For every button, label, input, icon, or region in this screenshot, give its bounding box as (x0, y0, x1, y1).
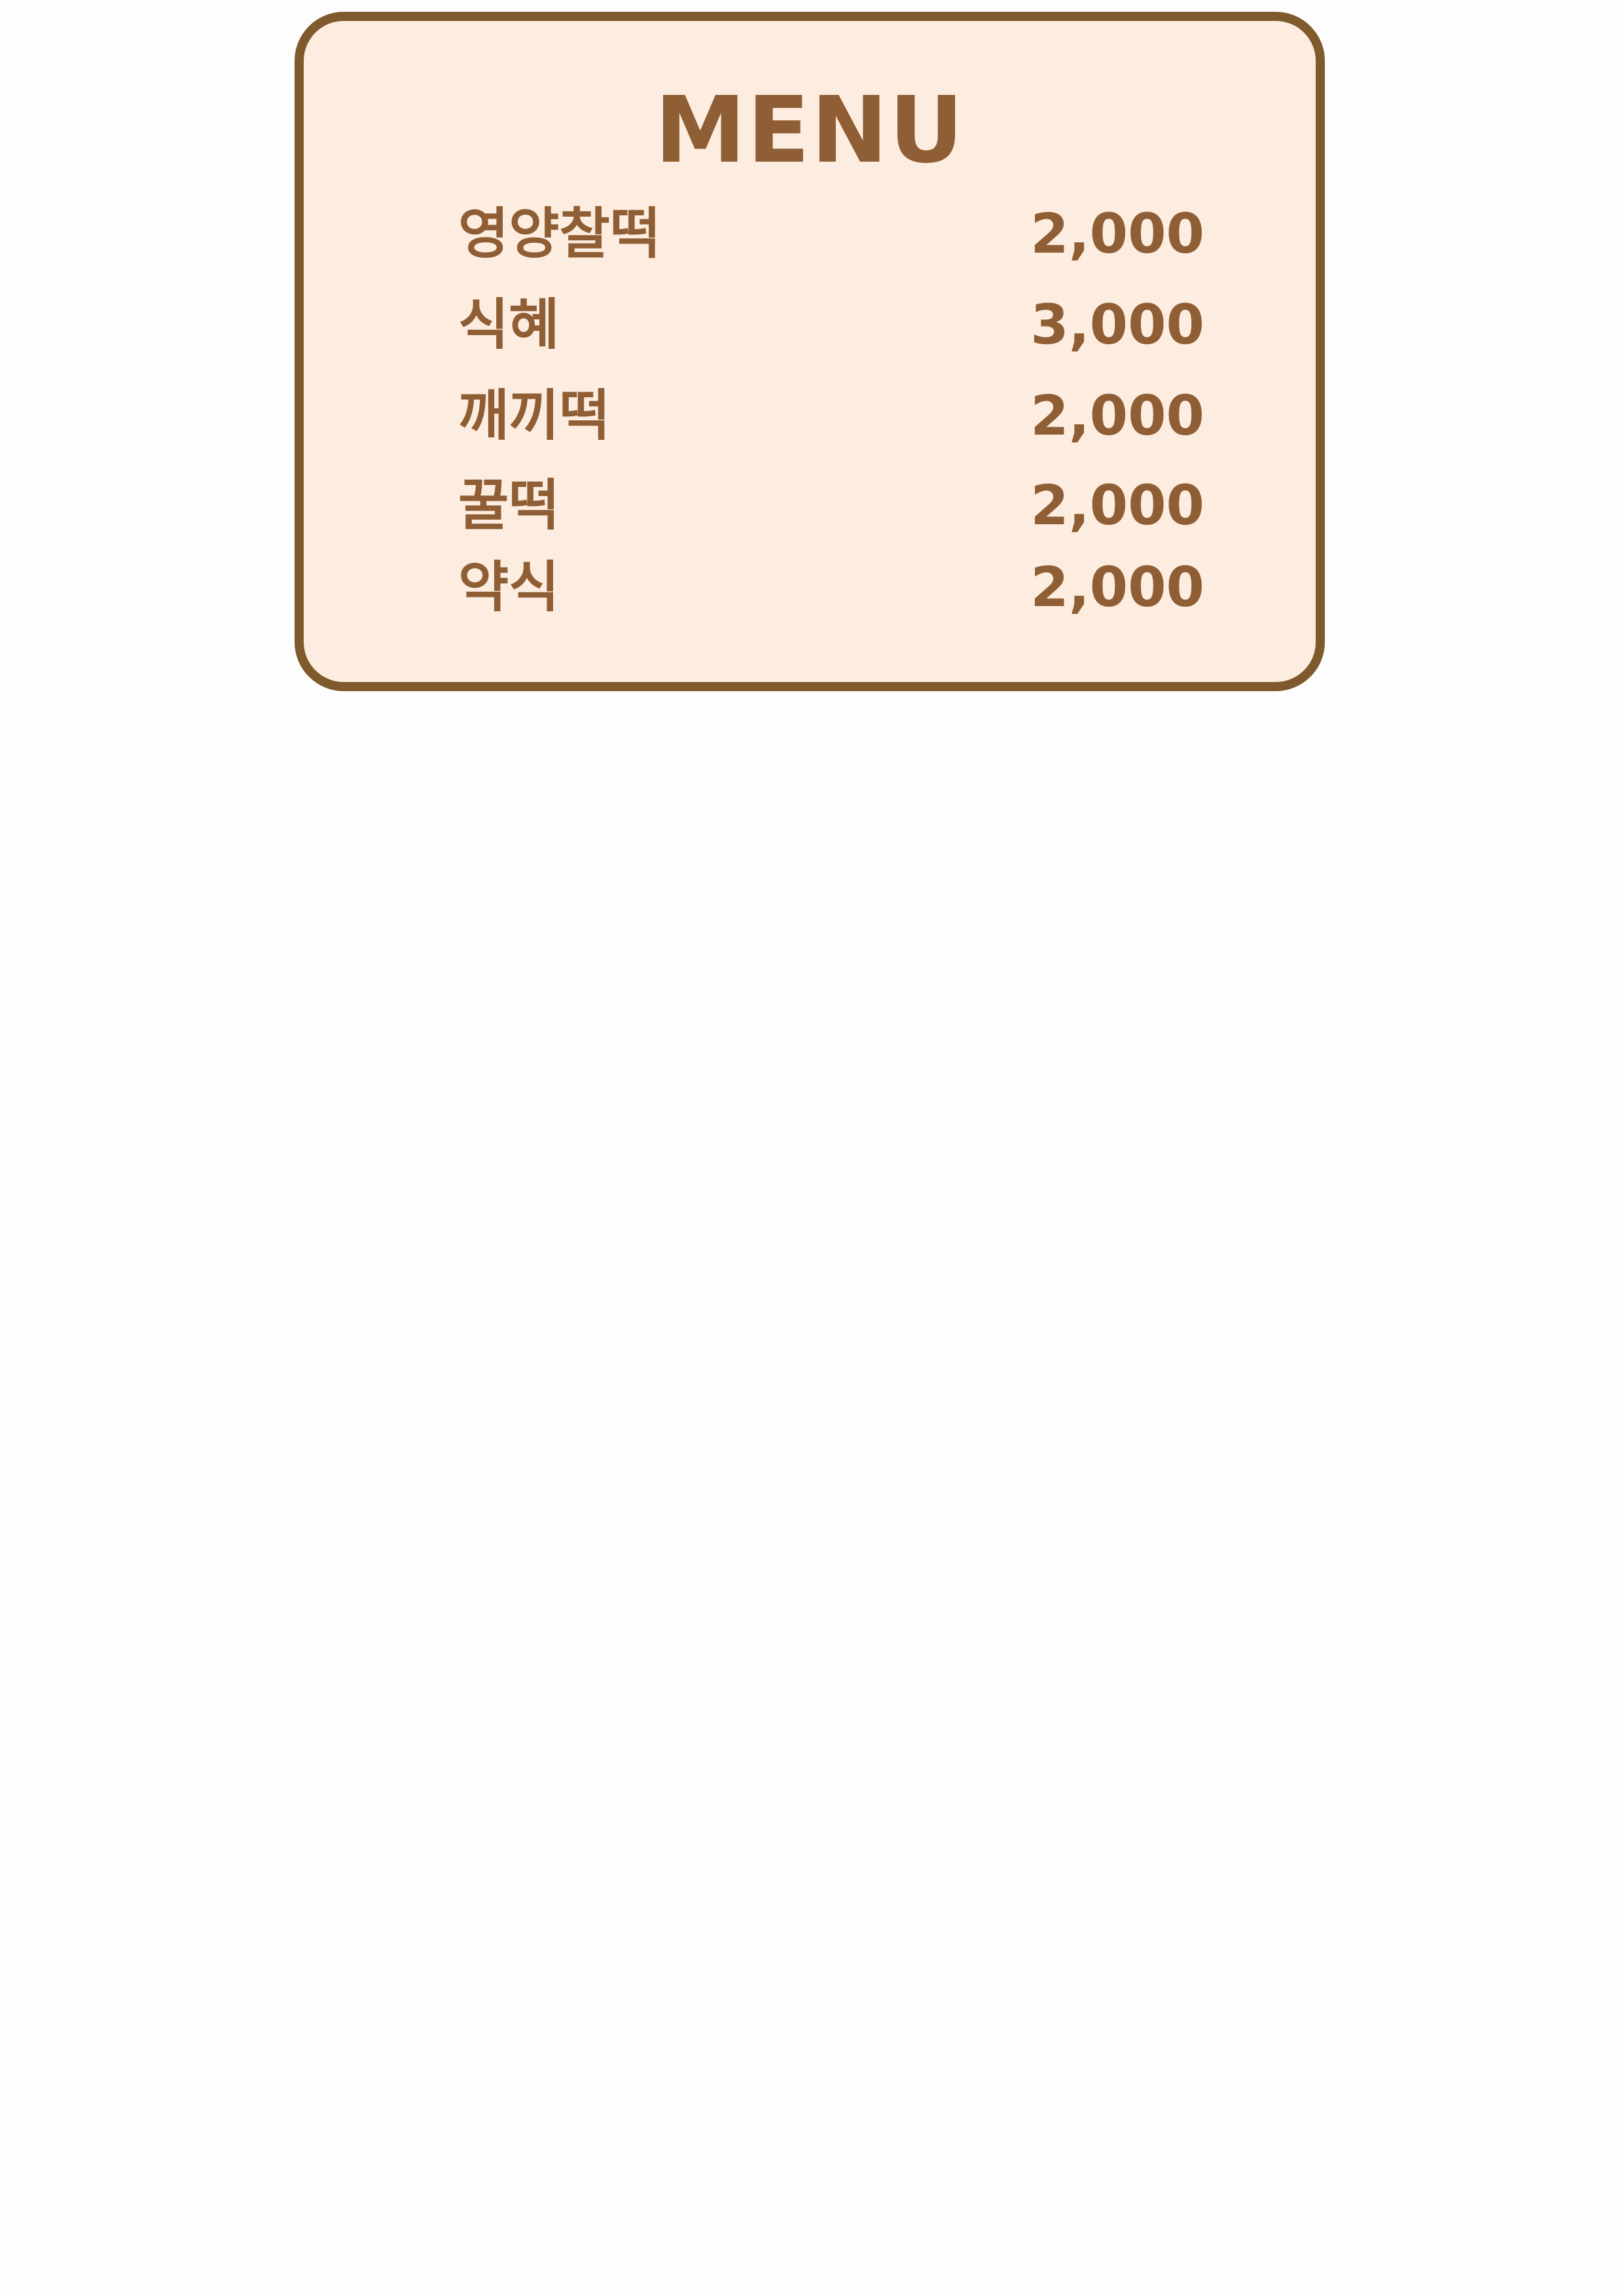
menu-item: 깨끼떡 2,000 (458, 380, 1204, 452)
menu-item: 식혜 3,000 (458, 289, 1204, 361)
menu-item-name: 식혜 (458, 293, 560, 357)
menu-item: 꿀떡 2,000 (458, 469, 1204, 541)
menu-item-price: 2,000 (1030, 202, 1204, 266)
menu-item-name: 약식 (458, 555, 560, 619)
menu-item-price: 2,000 (1030, 473, 1204, 537)
menu-item: 영양찰떡 2,000 (458, 198, 1204, 270)
menu-item-price: 3,000 (1030, 293, 1204, 357)
menu-item-name: 꿀떡 (458, 473, 560, 537)
menu-item-price: 2,000 (1030, 384, 1204, 448)
menu-title: MENU (655, 77, 965, 184)
menu-item-name: 영양찰떡 (458, 202, 661, 266)
menu-item-name: 깨끼떡 (458, 384, 610, 448)
menu-item-price: 2,000 (1030, 555, 1204, 619)
menu-item: 약식 2,000 (458, 551, 1204, 623)
menu-card: MENU 영양찰떡 2,000 식혜 3,000 깨끼떡 2,000 꿀떡 2,… (295, 12, 1325, 691)
